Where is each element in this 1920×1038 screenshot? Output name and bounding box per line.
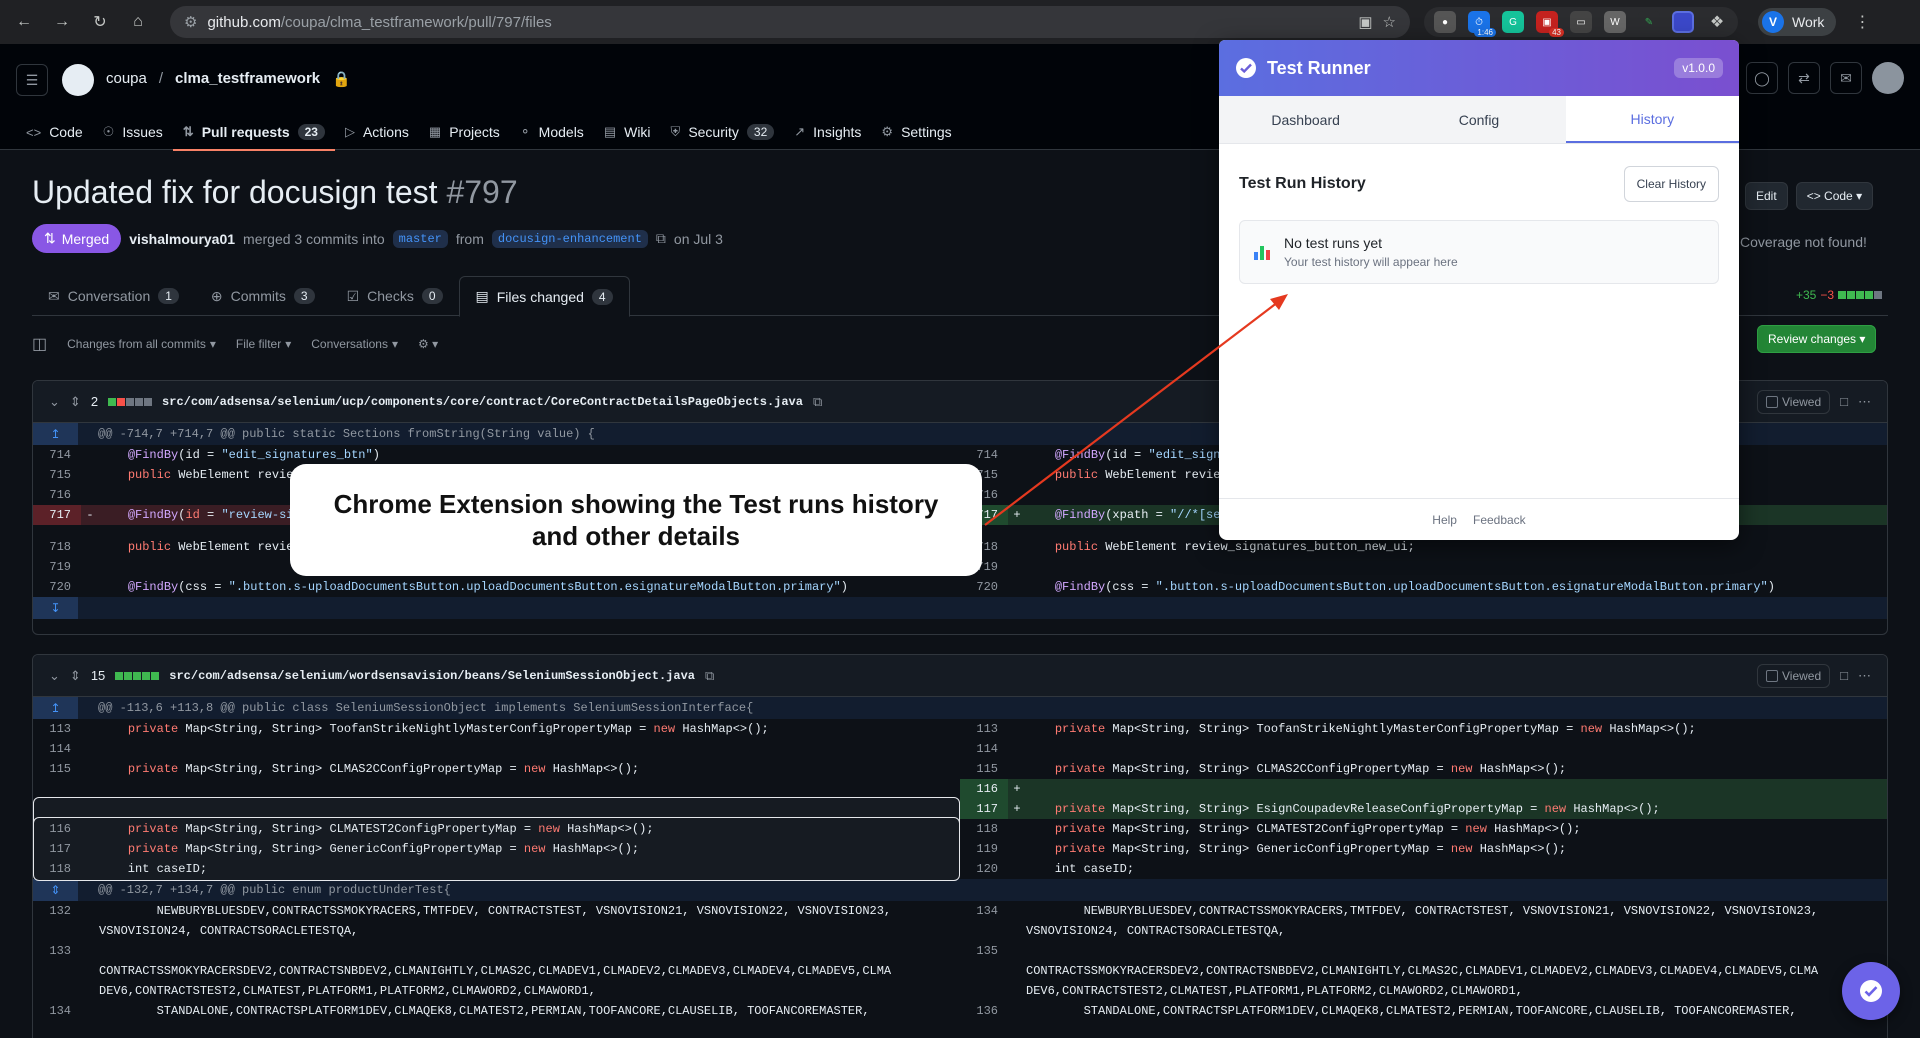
floating-check-button[interactable] — [1842, 962, 1900, 1020]
check-circle-icon — [1860, 980, 1882, 1002]
annotation-callout: Chrome Extension showing the Test runs h… — [290, 464, 982, 576]
